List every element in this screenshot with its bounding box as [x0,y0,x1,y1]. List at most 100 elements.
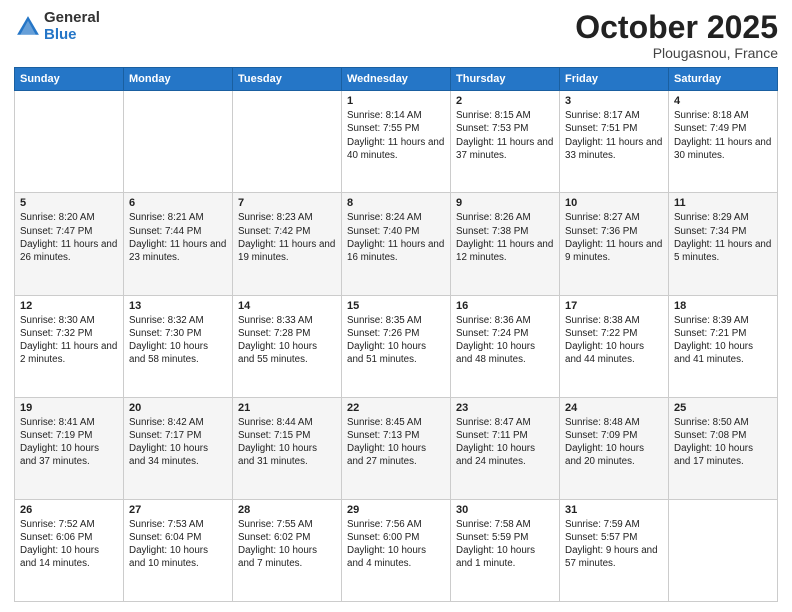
day-number: 10 [565,197,663,209]
col-thursday: Thursday [451,68,560,91]
table-row: 28Sunrise: 7:55 AMSunset: 6:02 PMDayligh… [233,499,342,601]
day-info: Sunrise: 7:59 AMSunset: 5:57 PMDaylight:… [565,518,663,571]
table-row: 1 Sunrise: 8:14 AMSunset: 7:55 PMDaylight… [342,91,451,193]
day-info: Sunrise: 8:29 AMSunset: 7:34 PMDaylight:… [674,211,772,264]
title-block: October 2025 Plougasnou, France [575,10,778,61]
col-saturday: Saturday [669,68,778,91]
table-row: 23 Sunrise: 8:47 AMSunset: 7:11 PMDayligh… [451,397,560,499]
day-number: 29 [347,504,445,516]
logo-blue: Blue [44,27,100,44]
day-number: 5 [20,197,118,209]
table-row: 20Sunrise: 8:42 AMSunset: 7:17 PMDayligh… [124,397,233,499]
day-number: 2 [456,95,554,107]
table-row: 5 Sunrise: 8:20 AMSunset: 7:47 PMDaylight… [15,193,124,295]
table-row: 17Sunrise: 8:38 AMSunset: 7:22 PMDayligh… [560,295,669,397]
day-info: Sunrise: 8:36 AMSunset: 7:24 PMDaylight:… [456,314,554,367]
day-info: Sunrise: 8:26 AMSunset: 7:38 PMDaylight:… [456,211,554,264]
day-info: Sunrise: 8:41 AMSunset: 7:19 PMDaylight:… [20,416,118,469]
day-info: Sunrise: 8:15 AMSunset: 7:53 PMDaylight:… [456,109,554,162]
day-number: 26 [20,504,118,516]
day-info: Sunrise: 8:20 AMSunset: 7:47 PMDaylight:… [20,211,118,264]
day-number: 12 [20,300,118,312]
day-info: Sunrise: 8:21 AMSunset: 7:44 PMDaylight:… [129,211,227,264]
calendar-page: General Blue October 2025 Plougasnou, Fr… [0,0,792,612]
day-info: Sunrise: 8:47 AMSunset: 7:11 PMDaylight:… [456,416,554,469]
calendar-week-row: 1 Sunrise: 8:14 AMSunset: 7:55 PMDaylight… [15,91,778,193]
calendar-header-row: Sunday Monday Tuesday Wednesday Thursday… [15,68,778,91]
col-sunday: Sunday [15,68,124,91]
table-row: 9 Sunrise: 8:26 AMSunset: 7:38 PMDaylight… [451,193,560,295]
day-number: 18 [674,300,772,312]
day-info: Sunrise: 8:17 AMSunset: 7:51 PMDaylight:… [565,109,663,162]
col-friday: Friday [560,68,669,91]
day-number: 7 [238,197,336,209]
calendar-week-row: 26 Sunrise: 7:52 AMSunset: 6:06 PMDayligh… [15,499,778,601]
table-row: 21Sunrise: 8:44 AMSunset: 7:15 PMDayligh… [233,397,342,499]
table-row: 12 Sunrise: 8:30 AMSunset: 7:32 PMDayligh… [15,295,124,397]
day-number: 11 [674,197,772,209]
day-number: 25 [674,402,772,414]
logo: General Blue [14,10,100,43]
day-number: 3 [565,95,663,107]
table-row: 25 Sunrise: 8:50 AMSunset: 7:08 PMDayligh… [669,397,778,499]
table-row: 27Sunrise: 7:53 AMSunset: 6:04 PMDayligh… [124,499,233,601]
table-row [669,499,778,601]
day-info: Sunrise: 8:44 AMSunset: 7:15 PMDaylight:… [238,416,336,469]
day-number: 27 [129,504,227,516]
day-number: 22 [347,402,445,414]
table-row: 15Sunrise: 8:35 AMSunset: 7:26 PMDayligh… [342,295,451,397]
day-info: Sunrise: 8:48 AMSunset: 7:09 PMDaylight:… [565,416,663,469]
day-number: 4 [674,95,772,107]
day-info: Sunrise: 8:50 AMSunset: 7:08 PMDaylight:… [674,416,772,469]
table-row [15,91,124,193]
day-number: 28 [238,504,336,516]
day-info: Sunrise: 8:39 AMSunset: 7:21 PMDaylight:… [674,314,772,367]
table-row: 4 Sunrise: 8:18 AMSunset: 7:49 PMDaylight… [669,91,778,193]
day-info: Sunrise: 8:14 AMSunset: 7:55 PMDaylight:… [347,109,445,162]
day-number: 1 [347,95,445,107]
table-row: 30 Sunrise: 7:58 AMSunset: 5:59 PMDayligh… [451,499,560,601]
table-row: 19Sunrise: 8:41 AMSunset: 7:19 PMDayligh… [15,397,124,499]
day-info: Sunrise: 8:42 AMSunset: 7:17 PMDaylight:… [129,416,227,469]
logo-icon [14,13,42,41]
table-row: 18 Sunrise: 8:39 AMSunset: 7:21 PMDayligh… [669,295,778,397]
day-info: Sunrise: 8:24 AMSunset: 7:40 PMDaylight:… [347,211,445,264]
day-info: Sunrise: 8:45 AMSunset: 7:13 PMDaylight:… [347,416,445,469]
day-number: 30 [456,504,554,516]
header: General Blue October 2025 Plougasnou, Fr… [14,10,778,61]
day-number: 14 [238,300,336,312]
day-number: 9 [456,197,554,209]
day-number: 23 [456,402,554,414]
table-row: 13Sunrise: 8:32 AMSunset: 7:30 PMDayligh… [124,295,233,397]
day-info: Sunrise: 8:27 AMSunset: 7:36 PMDaylight:… [565,211,663,264]
calendar-week-row: 19Sunrise: 8:41 AMSunset: 7:19 PMDayligh… [15,397,778,499]
table-row: 11 Sunrise: 8:29 AMSunset: 7:34 PMDayligh… [669,193,778,295]
logo-text: General Blue [44,10,100,43]
day-info: Sunrise: 7:52 AMSunset: 6:06 PMDaylight:… [20,518,118,571]
day-number: 24 [565,402,663,414]
col-tuesday: Tuesday [233,68,342,91]
day-number: 6 [129,197,227,209]
location-subtitle: Plougasnou, France [575,45,778,61]
col-wednesday: Wednesday [342,68,451,91]
table-row: 2 Sunrise: 8:15 AMSunset: 7:53 PMDaylight… [451,91,560,193]
table-row: 8Sunrise: 8:24 AMSunset: 7:40 PMDaylight… [342,193,451,295]
logo-general: General [44,10,100,27]
day-info: Sunrise: 8:33 AMSunset: 7:28 PMDaylight:… [238,314,336,367]
table-row: 29 Sunrise: 7:56 AMSunset: 6:00 PMDayligh… [342,499,451,601]
table-row: 3 Sunrise: 8:17 AMSunset: 7:51 PMDaylight… [560,91,669,193]
table-row: 26 Sunrise: 7:52 AMSunset: 6:06 PMDayligh… [15,499,124,601]
day-number: 15 [347,300,445,312]
day-number: 17 [565,300,663,312]
calendar-week-row: 5 Sunrise: 8:20 AMSunset: 7:47 PMDaylight… [15,193,778,295]
day-info: Sunrise: 8:23 AMSunset: 7:42 PMDaylight:… [238,211,336,264]
day-info: Sunrise: 8:18 AMSunset: 7:49 PMDaylight:… [674,109,772,162]
table-row: 6 Sunrise: 8:21 AMSunset: 7:44 PMDaylight… [124,193,233,295]
day-info: Sunrise: 8:30 AMSunset: 7:32 PMDaylight:… [20,314,118,367]
table-row: 31Sunrise: 7:59 AMSunset: 5:57 PMDayligh… [560,499,669,601]
day-info: Sunrise: 7:58 AMSunset: 5:59 PMDaylight:… [456,518,554,571]
day-info: Sunrise: 7:56 AMSunset: 6:00 PMDaylight:… [347,518,445,571]
table-row [124,91,233,193]
calendar-table: Sunday Monday Tuesday Wednesday Thursday… [14,67,778,602]
day-number: 13 [129,300,227,312]
